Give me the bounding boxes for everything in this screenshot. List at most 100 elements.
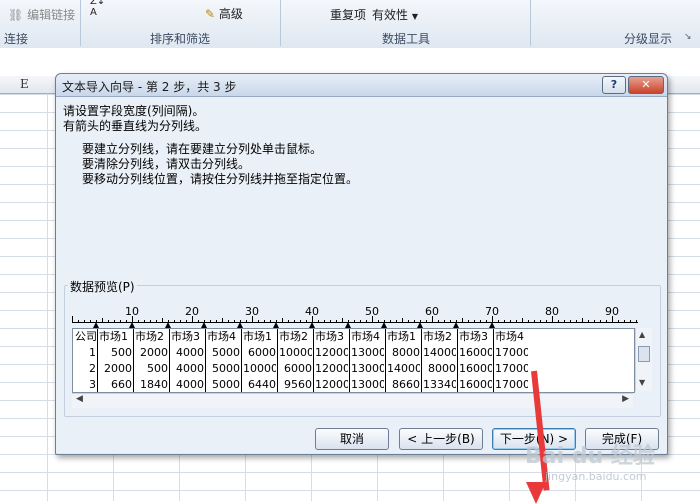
column-break-arrow-icon[interactable] <box>93 322 99 328</box>
ruler-number: 40 <box>305 305 319 318</box>
column-break-line[interactable] <box>277 329 278 392</box>
preview-cell: 14000 <box>423 346 456 359</box>
column-break-line[interactable] <box>385 329 386 392</box>
preview-cell: 市场3 <box>459 330 488 343</box>
preview-cell: 10000 <box>279 346 312 359</box>
preview-cell: 4000 <box>176 378 204 391</box>
scroll-left-icon[interactable]: ◀ <box>76 394 83 404</box>
ruler-tick <box>504 320 505 322</box>
column-break-line[interactable] <box>313 329 314 392</box>
preview-horizontal-scrollbar[interactable]: ◀ ▶ <box>72 393 633 408</box>
preview-cell: 市场1 <box>387 330 416 343</box>
close-button[interactable]: ✕ <box>628 76 664 94</box>
link-icon: ⛓ <box>8 8 24 22</box>
preview-cell: 13000 <box>351 362 384 375</box>
preview-cell: 12000 <box>315 346 348 359</box>
column-break-arrow-icon[interactable] <box>237 322 243 328</box>
preview-cell: 4000 <box>176 362 204 375</box>
preview-cell: 5000 <box>212 362 240 375</box>
ruler-tick <box>582 318 583 322</box>
preview-cell: 13340 <box>423 378 456 391</box>
cancel-button[interactable]: 取消 <box>315 428 389 450</box>
ruler-tick <box>468 320 469 322</box>
ruler-tick <box>426 320 427 322</box>
ruler-tick <box>378 320 379 322</box>
ruler-tick <box>258 320 259 322</box>
scroll-down-icon[interactable]: ▼ <box>639 378 645 387</box>
ruler-tick <box>90 320 91 322</box>
ruler-tick <box>480 320 481 322</box>
edit-links-button[interactable]: ⛓ 编辑链接 <box>8 6 75 23</box>
column-break-line[interactable] <box>349 329 350 392</box>
ruler-tick <box>570 320 571 322</box>
ruler-tick <box>210 320 211 322</box>
column-break-line[interactable] <box>169 329 170 392</box>
column-break-line[interactable] <box>97 329 98 392</box>
instruction-bullet-3: 要移动分列线位置，请按住分列线并拖至指定位置。 <box>82 172 359 186</box>
ruler-tick <box>342 318 343 322</box>
instruction-line-2: 有箭头的垂直线为分列线。 <box>63 119 208 133</box>
dialog-launcher-icon[interactable]: ↘ <box>684 32 692 42</box>
preview-vertical-scrollbar[interactable]: ▲ ▼ <box>635 328 652 391</box>
ruler-tick <box>360 320 361 322</box>
column-break-line[interactable] <box>241 329 242 392</box>
ruler-tick <box>588 320 589 322</box>
ruler-tick <box>72 316 73 322</box>
ruler-tick <box>462 318 463 322</box>
column-break-arrow-icon[interactable] <box>201 322 207 328</box>
preview-cell: 9560 <box>284 378 312 391</box>
ruler-tick <box>324 320 325 322</box>
text-import-wizard-dialog: 文本导入向导 - 第 2 步，共 3 步 ? ✕ 请设置字段宽度(列间隔)。 有… <box>55 73 668 504</box>
column-break-arrow-icon[interactable] <box>309 322 315 328</box>
ruler-tick <box>624 320 625 322</box>
sort-za-icon[interactable]: Z↓ A <box>90 0 105 18</box>
column-break-line[interactable] <box>205 329 206 392</box>
scroll-right-icon[interactable]: ▶ <box>622 394 629 404</box>
preview-cell: 16000 <box>459 362 492 375</box>
ruler-number: 80 <box>545 305 559 318</box>
column-break-arrow-icon[interactable] <box>129 322 135 328</box>
data-validation-button[interactable]: 有效性 ▼ <box>372 6 418 23</box>
column-e-header[interactable]: E <box>20 77 29 91</box>
ruler-tick <box>216 320 217 322</box>
preview-cell: 13000 <box>351 346 384 359</box>
ruler-number: 70 <box>485 305 499 318</box>
preview-cell: 1840 <box>140 378 168 391</box>
preview-data-row: 1 500 2000 4000 5000 6000 10000 12000 13000 8000 1… <box>73 345 634 361</box>
column-break-arrow-icon[interactable] <box>417 322 423 328</box>
column-break-line[interactable] <box>421 329 422 392</box>
ruler-number: 30 <box>245 305 259 318</box>
ribbon: ⛓ 编辑链接 连接 Z↓ A ✎ 高级 排序和筛选 重复项 有效性 ▼ 数据工具 … <box>0 0 700 49</box>
column-break-line[interactable] <box>457 329 458 392</box>
preview-cell: 17000 <box>495 362 528 375</box>
column-break-arrow-icon[interactable] <box>381 322 387 328</box>
data-preview-box[interactable]: 公司 市场1 市场2 市场3 市场4 市场1 市场2 市场3 市场4 市场1 市场2 市场3 市场4 1 5… <box>72 328 635 393</box>
column-break-arrow-icon[interactable] <box>489 322 495 328</box>
ruler-number: 90 <box>605 305 619 318</box>
advanced-filter-button[interactable]: ✎ 高级 <box>205 5 243 22</box>
dialog-title: 文本导入向导 - 第 2 步，共 3 步 <box>62 80 237 94</box>
column-break-arrow-icon[interactable] <box>273 322 279 328</box>
preview-cell: 13000 <box>351 378 384 391</box>
preview-cell: 500 <box>147 362 168 375</box>
column-break-line[interactable] <box>493 329 494 392</box>
ruler-tick <box>564 320 565 322</box>
preview-cell: 市场4 <box>207 330 236 343</box>
preview-cell: 12000 <box>315 362 348 375</box>
ruler-tick <box>78 320 79 322</box>
scroll-thumb[interactable] <box>638 346 650 362</box>
column-break-arrow-icon[interactable] <box>453 322 459 328</box>
back-button[interactable]: < 上一步(B) <box>399 428 483 450</box>
ruler-tick <box>450 320 451 322</box>
column-break-line[interactable] <box>133 329 134 392</box>
column-break-arrow-icon[interactable] <box>165 322 171 328</box>
ruler-number: 60 <box>425 305 439 318</box>
help-button[interactable]: ? <box>602 76 626 94</box>
dialog-titlebar[interactable]: 文本导入向导 - 第 2 步，共 3 步 ? ✕ <box>56 74 667 97</box>
scroll-up-icon[interactable]: ▲ <box>639 330 645 339</box>
preview-cell: 2 <box>89 362 96 375</box>
column-break-arrow-icon[interactable] <box>345 322 351 328</box>
ruler-number: 10 <box>125 305 139 318</box>
preview-cell: 6000 <box>248 346 276 359</box>
remove-duplicates-button[interactable]: 重复项 <box>330 6 366 23</box>
